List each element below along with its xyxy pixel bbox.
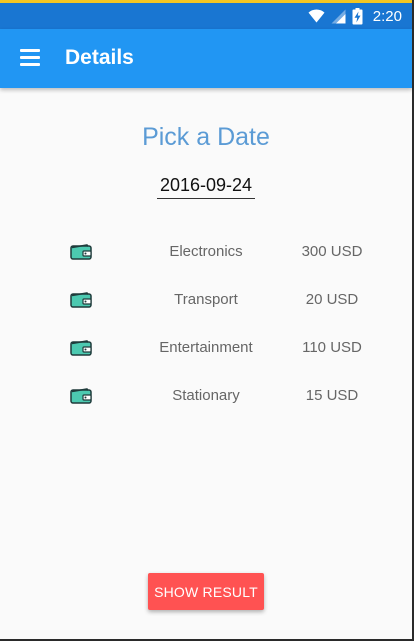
expense-category: Entertainment xyxy=(159,339,253,356)
status-bar: 2:20 xyxy=(0,3,412,29)
wifi-icon xyxy=(308,9,325,23)
show-result-button[interactable]: SHOW RESULT xyxy=(148,573,264,610)
signal-icon xyxy=(331,9,346,23)
expense-row: Electronics 300 USD xyxy=(0,237,412,267)
expense-row: Stationary 15 USD xyxy=(0,381,412,411)
wallet-icon xyxy=(70,292,92,308)
wallet-icon xyxy=(70,244,92,260)
battery-charging-icon xyxy=(352,7,363,24)
status-time: 2:20 xyxy=(372,7,402,25)
expense-row: Entertainment 110 USD xyxy=(0,333,412,363)
hamburger-menu-icon[interactable] xyxy=(20,49,42,67)
expense-category: Electronics xyxy=(169,243,243,260)
status-icons: 2:20 xyxy=(308,3,402,29)
expense-amount: 15 USD xyxy=(305,387,359,404)
wallet-icon xyxy=(70,388,92,404)
expense-row: Transport 20 USD xyxy=(0,285,412,315)
wallet-icon xyxy=(70,340,92,356)
app-screen: 2:20 Details Pick a Date Electronics 300… xyxy=(0,0,412,639)
app-bar: Details xyxy=(0,29,412,88)
expense-amount: 20 USD xyxy=(305,291,359,308)
app-title: Details xyxy=(65,46,134,69)
expense-category: Stationary xyxy=(172,387,240,404)
expense-amount: 300 USD xyxy=(301,243,363,260)
expense-category: Transport xyxy=(174,291,238,308)
details-content: Pick a Date Electronics 300 USD Transpor… xyxy=(0,88,412,639)
pick-date-heading: Pick a Date xyxy=(142,123,270,151)
date-picker-input[interactable] xyxy=(157,172,255,199)
expense-amount: 110 USD xyxy=(302,339,362,356)
